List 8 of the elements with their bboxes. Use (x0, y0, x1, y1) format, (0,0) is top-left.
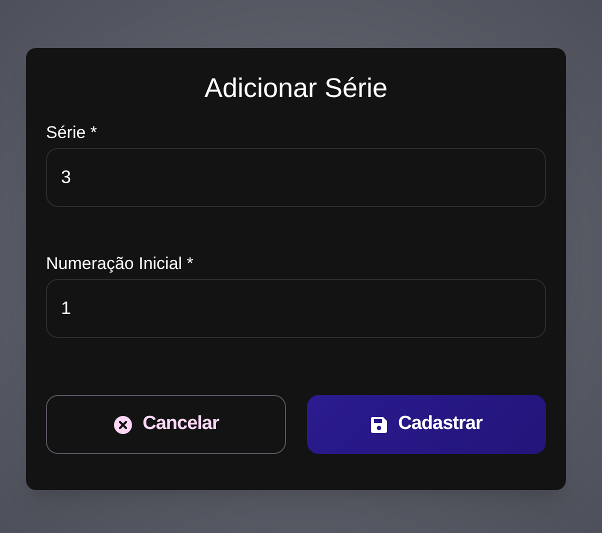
dialog-title: Adicionar Série (204, 72, 388, 105)
save-button[interactable]: Cadastrar (306, 395, 546, 454)
field-label: Série * (46, 122, 98, 144)
close-icon (112, 414, 133, 434)
cancel-button[interactable]: Cancelar (46, 395, 286, 454)
input-field[interactable]: 3 (46, 148, 546, 207)
field-label: Numeração Inicial * (46, 253, 194, 275)
input-field[interactable]: 1 (46, 279, 546, 338)
